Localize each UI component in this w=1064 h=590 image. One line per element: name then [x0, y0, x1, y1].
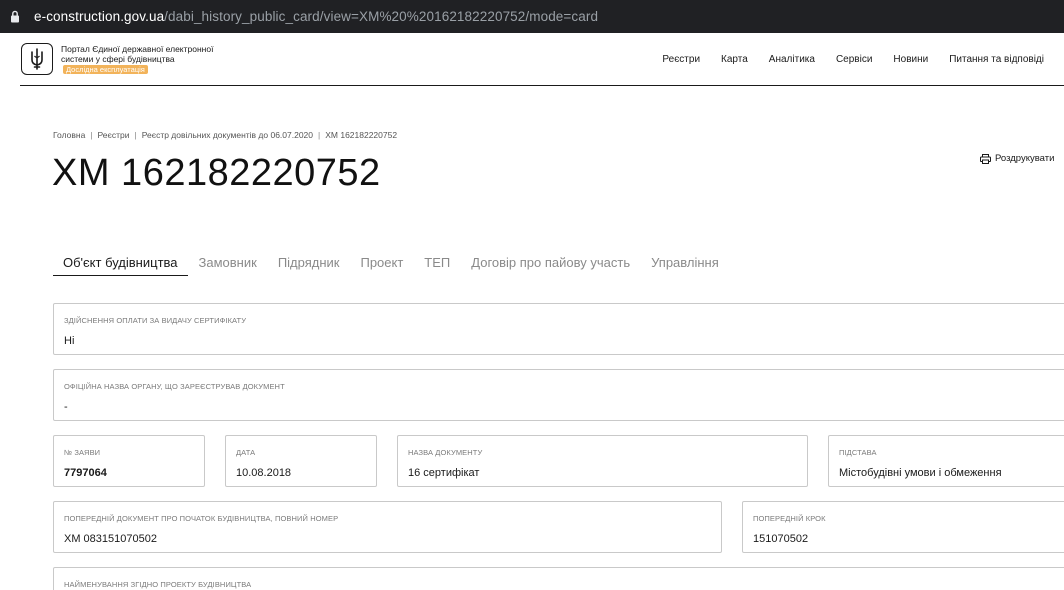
field-label: № заяви: [64, 448, 101, 457]
portal-title[interactable]: Портал Єдиної державної електронної сист…: [61, 44, 221, 74]
print-label: Роздрукувати: [995, 153, 1055, 164]
beta-badge: Дослідна експлуатація: [63, 65, 148, 74]
field-label: Підстава: [839, 448, 877, 457]
field-label: Назва документу: [408, 448, 483, 457]
tab-construction-object[interactable]: Об'єкт будівництва: [53, 248, 188, 276]
tab-tep[interactable]: ТЕП: [414, 248, 460, 276]
nav-map[interactable]: Карта: [721, 54, 748, 65]
tab-customer[interactable]: Замовник: [189, 248, 267, 276]
field-value: -: [64, 401, 68, 413]
field-value: 16 сертифікат: [408, 467, 480, 479]
breadcrumb-home[interactable]: Головна: [53, 130, 85, 140]
field-label: Здійснення оплати за видачу сертифікату: [64, 316, 247, 325]
portal-title-text: Портал Єдиної державної електронної сист…: [61, 44, 214, 64]
field-value: Містобудівні умови і обмеження: [839, 467, 1002, 479]
field-document-name: Назва документу 16 сертифікат: [397, 435, 808, 487]
printer-icon: [980, 153, 991, 164]
nav-news[interactable]: Новини: [893, 54, 928, 65]
browser-address-bar[interactable]: e-construction.gov.ua/dabi_history_publi…: [0, 0, 1064, 33]
nav-services[interactable]: Сервіси: [836, 54, 872, 65]
field-value: 10.08.2018: [236, 467, 292, 479]
lock-icon[interactable]: [8, 9, 22, 25]
url-text[interactable]: e-construction.gov.ua/dabi_history_publi…: [34, 9, 598, 24]
print-button[interactable]: Роздрукувати: [980, 153, 1054, 164]
field-label: Офіційна назва органу, що зареєстрував д…: [64, 382, 285, 391]
field-value: ХМ 083151070502: [64, 533, 157, 545]
page-title: ХМ 162182220752: [52, 152, 381, 194]
breadcrumb-registry[interactable]: Реєстр довільних документів до 06.07.202…: [142, 130, 313, 140]
url-host: e-construction.gov.ua: [34, 9, 165, 24]
main-nav: Реєстри Карта Аналітика Сервіси Новини П…: [641, 33, 1044, 86]
nav-analytics[interactable]: Аналітика: [769, 54, 815, 65]
field-value: Ні: [64, 335, 75, 347]
breadcrumb-registries[interactable]: Реєстри: [98, 130, 130, 140]
field-label: Дата: [236, 448, 256, 457]
tab-share-agreement[interactable]: Договір про пайову участь: [461, 248, 640, 276]
breadcrumb: Головна | Реєстри | Реєстр довільних докумен…: [53, 130, 397, 140]
nav-faq[interactable]: Питання та відповіді: [949, 54, 1044, 65]
field-project-name: Найменування згідно проекту будівництва: [53, 567, 1064, 590]
field-label: Попередній документ про початок будівниц…: [64, 514, 339, 523]
site-header: Портал Єдиної державної електронної сист…: [20, 33, 1064, 86]
field-previous-step: Попередній крок 151070502: [742, 501, 1064, 553]
breadcrumb-current: ХМ 162182220752: [325, 130, 398, 140]
tab-project[interactable]: Проект: [350, 248, 413, 276]
field-label: Попередній крок: [753, 514, 826, 523]
field-application-number: № заяви 7797064: [53, 435, 205, 487]
trident-logo-icon[interactable]: [21, 43, 53, 75]
field-authority: Офіційна назва органу, що зареєстрував д…: [53, 369, 1064, 421]
field-basis: Підстава Містобудівні умови і обмеження: [828, 435, 1064, 487]
tab-contractor[interactable]: Підрядник: [268, 248, 350, 276]
field-payment: Здійснення оплати за видачу сертифікату …: [53, 303, 1064, 355]
field-previous-document: Попередній документ про початок будівниц…: [53, 501, 722, 553]
url-path: /dabi_history_public_card/view=XM%20%201…: [164, 9, 599, 24]
breadcrumb-separator: |: [318, 130, 321, 140]
tab-management[interactable]: Управління: [641, 248, 729, 276]
breadcrumb-separator: |: [134, 130, 137, 140]
tabs: Об'єкт будівництва Замовник Підрядник Пр…: [53, 248, 730, 276]
field-value: 7797064: [64, 467, 107, 479]
breadcrumb-separator: |: [90, 130, 93, 140]
field-label: Найменування згідно проекту будівництва: [64, 580, 252, 589]
field-value: 151070502: [753, 533, 809, 545]
field-date: Дата 10.08.2018: [225, 435, 377, 487]
nav-registries[interactable]: Реєстри: [662, 54, 700, 65]
